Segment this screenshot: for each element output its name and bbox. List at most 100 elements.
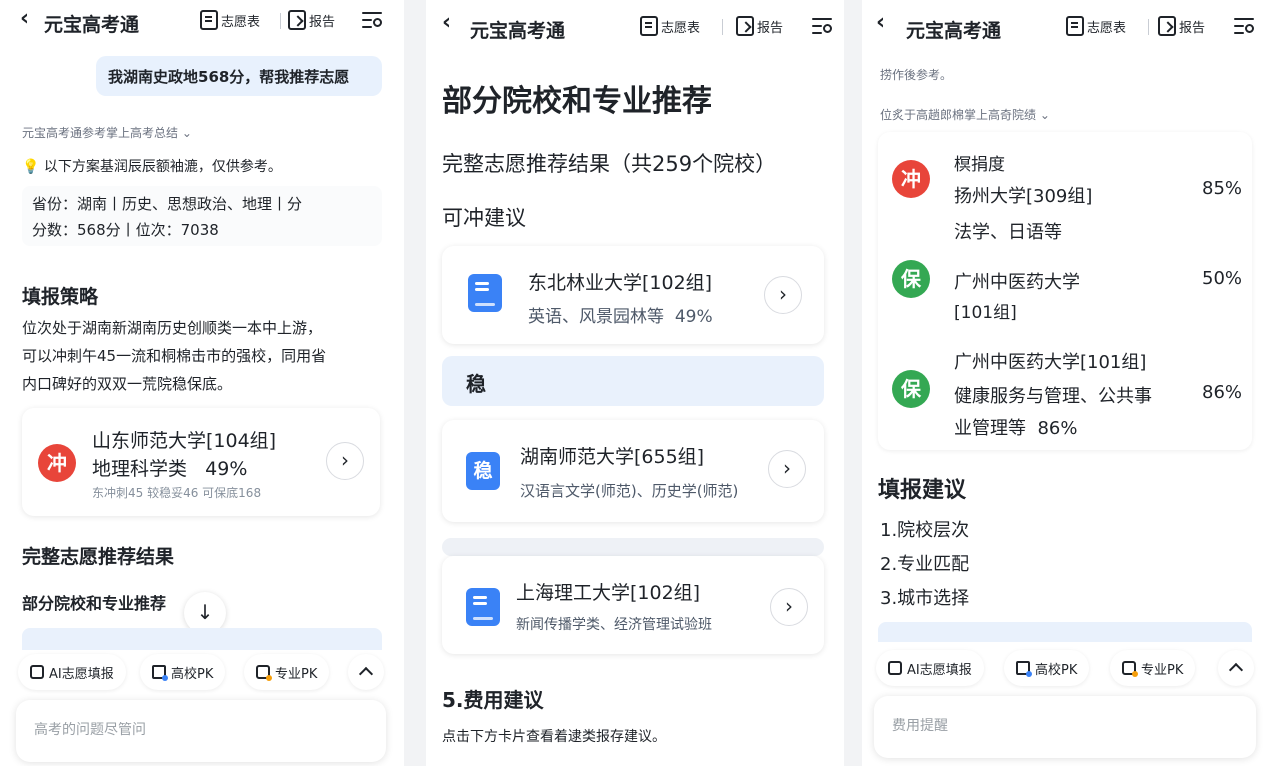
back-icon[interactable]: ‹ [442,10,451,35]
app-title: 元宝高考通 [470,20,566,42]
chevron-right-icon[interactable]: › [764,276,802,314]
profile-box: 省份：湖南丨历史、思想政治、地理丨分 分数：568分丨位次：7038 [22,186,382,246]
school-name[interactable]: 广州中医药大学 [954,268,1080,294]
school-card-3[interactable]: 上海理工大学[102组] 新闻传播学类、经济管理试验班 › [442,556,824,654]
result-band [22,628,382,650]
lightbulb-icon: 💡 [22,159,40,175]
ai-fill-chip[interactable]: AI志愿填报 [876,650,984,686]
report-icon [1158,16,1176,36]
stable-label: 稳 [466,372,486,396]
full-result-line: 完整志愿推荐结果（共259个院校） [442,152,777,176]
major-line: 地理科学类 49% [92,458,248,480]
summary-toggle[interactable]: 位炙于高趟郎棉掌上高奇院绩 ⌄ [880,106,1050,123]
volunteer-table-button[interactable]: 志愿表 [1066,16,1126,36]
advice-item: 1.院校层次 [880,520,970,541]
major-pk-chip[interactable]: 专业PK [244,654,330,690]
school-name: 湖南师范大学[655组] [520,446,705,468]
major-line: 法学、日语等 [954,222,1062,243]
document-icon [200,10,218,30]
advice-item: 3.城市选择 [880,588,970,609]
safe-badge: 保 [892,260,930,298]
ai-fill-icon [888,661,902,675]
admission-rate: 86% [1202,382,1243,403]
admission-rate: 85% [1202,178,1243,199]
ai-fill-icon [30,665,44,679]
question-input-box[interactable] [874,696,1256,758]
strategy-title: 填报策略 [22,286,99,308]
notice-line: 💡 以下方案基润辰辰额袖漉，仅供参考。 [22,159,282,175]
school-icon [152,665,168,681]
history-menu-icon[interactable] [1234,18,1254,34]
fee-desc: 点击下方卡片查看着逮类报存建议。 [442,729,666,745]
volunteer-table-button[interactable]: 志愿表 [640,16,700,36]
chevron-right-icon[interactable]: › [326,442,364,480]
full-result-title: 完整志愿推荐结果 [22,546,175,568]
ai-fill-chip[interactable]: AI志愿填报 [18,654,126,690]
chevron-up-icon[interactable] [1218,650,1254,686]
book-icon [468,274,502,312]
summary-toggle[interactable]: 元宝高考通参考掌上高考总结 ⌄ [22,124,192,141]
recommend-list-card: 冲 榠捐度 扬州大学[309组] 85% 法学、日语等 保 广州中医药大学 [1… [878,132,1252,450]
header-divider [280,13,281,29]
app-header: ‹ 元宝高考通 志愿表 报告 [862,0,1266,44]
chevron-right-icon[interactable]: › [768,450,806,488]
major-icon [1122,661,1138,677]
profile-line-2: 分数：568分丨位次：7038 [32,221,219,239]
header-divider [722,19,723,35]
major-line-2: 业管理等 86% [954,418,1078,439]
school-name[interactable]: 扬州大学[309组] [954,182,1092,208]
report-icon [288,10,306,30]
advice-item: 2.专业匹配 [880,554,970,575]
school-name: 上海理工大学[102组] [516,582,701,604]
report-button[interactable]: 报告 [288,10,335,30]
document-icon [1066,16,1084,36]
item-pre-label: 榠捐度 [954,155,1005,175]
chevron-right-icon[interactable]: › [770,588,808,626]
school-icon [1016,661,1032,677]
school-name: 山东师范大学[104组] [92,430,277,452]
history-menu-icon[interactable] [362,12,382,28]
volunteer-table-button[interactable]: 志愿表 [200,10,260,30]
top-text: 捞作後参考。 [880,68,953,82]
back-icon[interactable]: ‹ [876,10,885,35]
fee-title: 5.费用建议 [442,688,544,712]
school-card-1[interactable]: 东北林业大学[102组] 英语、风景园林等 49% › [442,246,824,344]
divider-band [442,538,824,556]
report-button[interactable]: 报告 [736,16,783,36]
advice-title: 填报建议 [878,478,967,503]
stable-icon: 稳 [466,452,500,490]
chevron-down-icon: ⌄ [181,126,192,140]
question-input[interactable] [892,718,1238,734]
school-name[interactable]: 广州中医药大学[101组] [954,348,1146,374]
stats-line: 东冲刺45 较稳妥46 可保底168 [92,486,262,500]
chat-panel-2: ‹ 元宝高考通 志愿表 报告 部分院校和专业推荐 完整志愿推荐结果（共259个院… [426,0,844,766]
header-divider [1148,19,1149,35]
history-menu-icon[interactable] [812,18,832,34]
school-card[interactable]: 冲 山东师范大学[104组] 地理科学类 49% 东冲刺45 较稳妥46 可保底… [22,408,380,516]
report-button[interactable]: 报告 [1158,16,1205,36]
document-icon [640,16,658,36]
app-header: ‹ 元宝高考通 志愿表 报告 [426,0,844,44]
admission-rate: 50% [1202,268,1243,289]
major-pk-chip[interactable]: 专业PK [1110,650,1196,686]
rush-badge: 冲 [892,160,930,198]
safe-badge: 保 [892,370,930,408]
back-icon[interactable]: ‹ [20,6,29,31]
school-card-2[interactable]: 稳 湖南师范大学[655组] 汉语言文学(师范)、历史学(师范) › [442,420,824,522]
question-input[interactable] [34,722,368,738]
question-input-box[interactable] [16,700,386,762]
major-line: 英语、风景园林等 49% [528,307,713,327]
profile-line-1: 省份：湖南丨历史、思想政治、地理丨分 [32,195,303,213]
app-title: 元宝高考通 [906,20,1002,42]
app-header: ‹ 元宝高考通 志愿表 报告 [0,0,404,44]
major-icon [256,665,272,681]
chevron-up-icon[interactable] [348,654,384,690]
school-pk-chip[interactable]: 高校PK [140,654,226,690]
book-icon [466,588,500,626]
rush-suggestion-title: 可冲建议 [442,206,526,230]
rush-badge: 冲 [38,444,76,482]
major-line: 汉语言文学(师范)、历史学(师范) [520,482,739,500]
chat-panel-3: ‹ 元宝高考通 志愿表 报告 捞作後参考。 位炙于高趟郎棉掌上高奇院绩 ⌄ 冲 … [862,0,1266,766]
report-icon [736,16,754,36]
school-pk-chip[interactable]: 高校PK [1004,650,1090,686]
